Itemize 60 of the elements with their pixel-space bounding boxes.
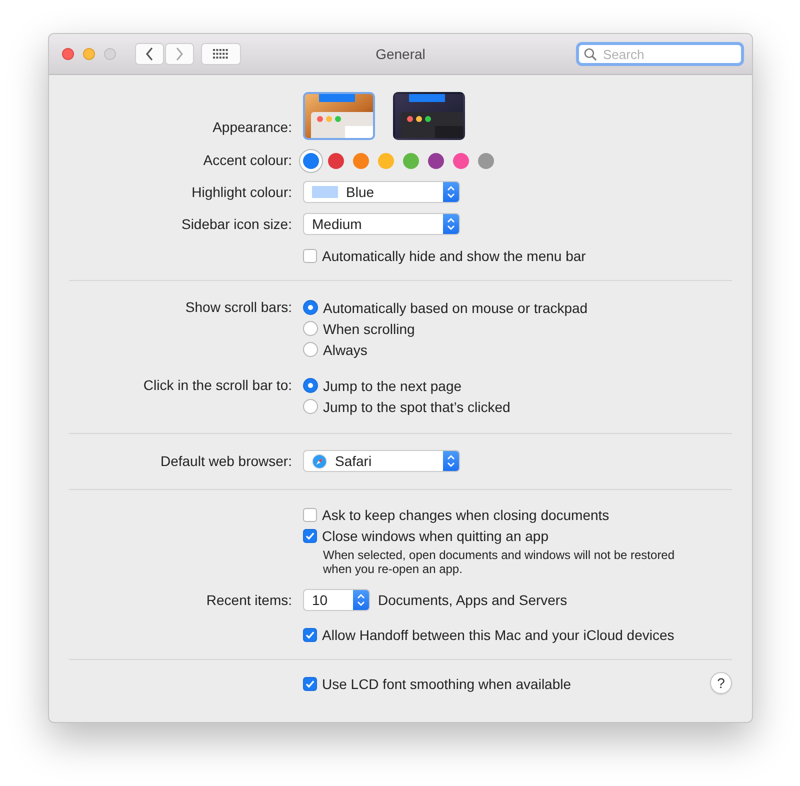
chevron-right-icon <box>175 47 184 61</box>
search-field[interactable]: Search <box>576 42 744 66</box>
help-button[interactable]: ? <box>710 672 732 694</box>
popup-button[interactable]: Blue <box>303 181 460 203</box>
setting-label: Sidebar icon size: <box>180 214 292 234</box>
back-button[interactable] <box>135 43 164 65</box>
accent-colour-swatch[interactable] <box>328 152 344 168</box>
accent-colour-swatch[interactable] <box>353 152 369 168</box>
window-title: General <box>376 46 426 62</box>
grid-icon <box>213 49 229 59</box>
setting-label: Recent items: <box>205 590 292 610</box>
setting-label: Highlight colour: <box>190 182 292 202</box>
dark-appearance-thumbnail[interactable] <box>393 92 465 140</box>
hint-text: When selected, open documents and windows will not be restored when you re-open an app. <box>323 548 676 576</box>
accent-colour-swatch[interactable] <box>478 152 494 168</box>
accent-colour-swatch[interactable] <box>378 152 394 168</box>
checkbox[interactable] <box>303 676 317 690</box>
setting-label: Click in the scroll bar to: <box>142 376 292 395</box>
checkbox-option[interactable]: Automatically hide and show the menu bar <box>303 245 586 266</box>
checkbox[interactable] <box>303 628 317 642</box>
stepper-suffix: Documents, Apps and Servers <box>378 592 568 608</box>
stepper-arrows-icon <box>443 451 459 471</box>
light-appearance-thumbnail[interactable] <box>303 92 375 140</box>
search-icon <box>584 48 597 61</box>
popup-button[interactable]: Medium <box>303 213 460 235</box>
stepper-arrows-icon <box>443 182 459 202</box>
chevron-left-icon <box>145 47 154 61</box>
checkbox[interactable] <box>303 508 317 522</box>
radio-option[interactable]: Jump to the spot that’s clicked <box>303 396 510 417</box>
accent-colour-swatch[interactable] <box>403 152 419 168</box>
minimize-button[interactable] <box>83 48 95 60</box>
checkbox-option[interactable]: Close windows when quitting an app <box>303 525 548 546</box>
stepper-arrows-icon <box>443 214 459 234</box>
checkbox-option[interactable]: Ask to keep changes when closing documents <box>303 504 610 525</box>
radio-option[interactable]: Automatically based on mouse or trackpad <box>303 297 588 318</box>
checkbox[interactable] <box>303 528 317 542</box>
accent-colour-swatch[interactable] <box>303 152 319 168</box>
radio-button[interactable] <box>303 399 318 414</box>
radio-button[interactable] <box>303 378 318 393</box>
close-button[interactable] <box>62 48 74 60</box>
checkbox-option[interactable]: Allow Handoff between this Mac and your iCloud devices <box>303 624 674 645</box>
radio-option[interactable]: Jump to the next page <box>303 375 462 396</box>
radio-button[interactable] <box>303 321 318 336</box>
accent-colour-swatch[interactable] <box>428 152 444 168</box>
setting-label: Appearance: <box>212 118 292 137</box>
checkbox[interactable] <box>303 248 317 262</box>
radio-button[interactable] <box>303 342 318 357</box>
popup-button[interactable]: Safari <box>303 450 460 472</box>
setting-label: Show scroll bars: <box>184 298 292 317</box>
accent-colour-swatch[interactable] <box>453 152 469 168</box>
setting-label: Default web browser: <box>159 452 292 470</box>
number-stepper[interactable]: 10 <box>303 589 370 611</box>
radio-option[interactable]: Always <box>303 339 368 360</box>
radio-button[interactable] <box>303 300 318 315</box>
setting-label: Accent colour: <box>202 151 292 170</box>
show-all-button[interactable] <box>201 43 241 65</box>
stepper-arrows-icon <box>353 590 369 610</box>
radio-option[interactable]: When scrolling <box>303 318 415 339</box>
compass-icon <box>312 454 327 468</box>
checkbox-option[interactable]: Use LCD font smoothing when available <box>303 673 572 694</box>
